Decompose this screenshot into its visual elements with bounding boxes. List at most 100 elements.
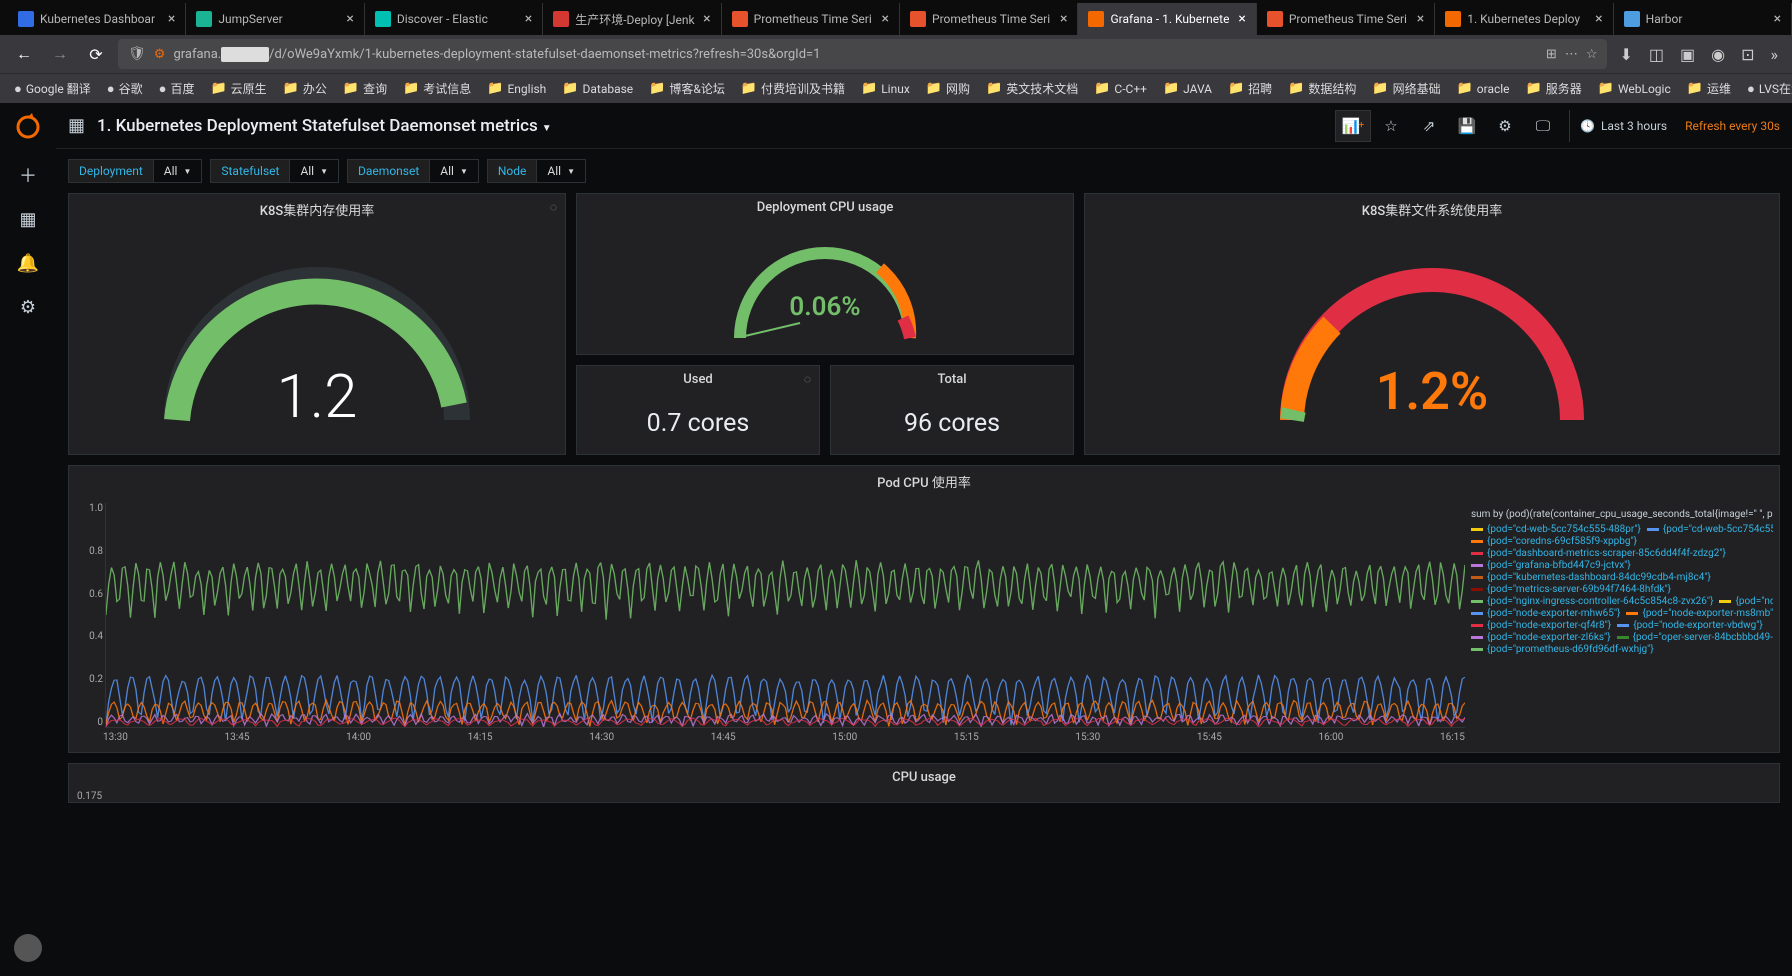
star-icon[interactable]: ☆ <box>1586 47 1598 62</box>
variable-value[interactable]: All ▼ <box>429 159 479 183</box>
bookmark-item[interactable]: ●谷歌 <box>101 78 149 99</box>
bookmark-item[interactable]: 📁英文技术文档 <box>980 78 1084 99</box>
sidebar-icon[interactable]: ▣ <box>1676 45 1699 64</box>
browser-tab[interactable]: 1. Kubernetes Deploy× <box>1435 3 1613 35</box>
bookmark-item[interactable]: ●百度 <box>153 78 201 99</box>
bookmark-item[interactable]: 📁付费培训及书籍 <box>735 78 851 99</box>
variable-value[interactable]: All ▼ <box>536 159 586 183</box>
close-icon[interactable]: × <box>1774 11 1781 27</box>
browser-tab[interactable]: Discover - Elastic× <box>365 3 543 35</box>
dashboard-grid-icon[interactable]: ▦ <box>68 115 85 136</box>
legend-item[interactable]: {pod="prometheus-d69fd96df-wxhjg"} <box>1471 644 1654 655</box>
legend-item[interactable]: {pod="dashboard-metrics-scraper-85c6dd4f… <box>1471 548 1726 559</box>
bookmark-item[interactable]: 📁C-C++ <box>1088 79 1153 98</box>
legend-item[interactable]: {pod="cd-web-5cc754c555-488pr"} <box>1471 524 1641 535</box>
bookmark-item[interactable]: 📁数据结构 <box>1282 78 1362 99</box>
legend-item[interactable]: {pod="node-exporter-vbdwg"} <box>1617 620 1763 631</box>
browser-tab[interactable]: JumpServer× <box>186 3 364 35</box>
legend-item[interactable]: {pod="node-exporter-zl6ks"} <box>1471 632 1611 643</box>
bookmark-item[interactable]: ●LVS在大规模 <box>1741 78 1792 99</box>
variable-selector[interactable]: DeploymentAll ▼ <box>68 159 202 183</box>
close-icon[interactable]: × <box>1417 11 1424 27</box>
panel-memory-gauge[interactable]: ◌ K8S集群内存使用率 1.2 <box>68 193 566 455</box>
chart-plot[interactable]: 1.00.80.60.40.20 13:3013:4514:0014:1514:… <box>75 503 1465 746</box>
legend-item[interactable]: {pod="grafana-bfbd447c9-jctvx"} <box>1471 560 1631 571</box>
browser-tab[interactable]: Prometheus Time Seri× <box>722 3 900 35</box>
alerting-icon[interactable]: 🔔 <box>16 251 40 275</box>
bookmark-item[interactable]: 📁服务器 <box>1520 78 1588 99</box>
variable-selector[interactable]: DaemonsetAll ▼ <box>347 159 479 183</box>
overflow-icon[interactable]: » <box>1767 45 1783 64</box>
panel-total[interactable]: Total 96 cores <box>830 365 1074 455</box>
legend-item[interactable]: {pod="oper-server-84bcbbbd49-wdlk9 <box>1617 632 1773 643</box>
legend-item[interactable]: {pod="cd-web-5cc754c555-mr <box>1647 524 1773 535</box>
config-icon[interactable]: ⚙ <box>16 295 40 319</box>
bookmark-item[interactable]: 📁云原生 <box>204 78 272 99</box>
bookmark-item[interactable]: 📁oracle <box>1451 79 1516 98</box>
bookmark-item[interactable]: 📁WebLogic <box>1592 79 1677 98</box>
browser-tab[interactable]: Prometheus Time Seri× <box>900 3 1078 35</box>
close-icon[interactable]: × <box>1595 11 1602 27</box>
bookmark-item[interactable]: 📁招聘 <box>1222 78 1278 99</box>
grafana-logo[interactable] <box>12 111 44 143</box>
dashboards-icon[interactable]: ▦ <box>16 207 40 231</box>
bookmark-item[interactable]: 📁English <box>481 79 552 98</box>
library-icon[interactable]: ◫ <box>1645 45 1668 64</box>
legend-item[interactable]: {pod="node-exporter-qf4r8"} <box>1471 620 1611 631</box>
legend-item[interactable]: {pod="node-exporter-ms8mb"} <box>1626 608 1773 619</box>
bookmark-item[interactable]: 📁Linux <box>855 79 916 98</box>
bookmark-item[interactable]: 📁Database <box>556 79 639 98</box>
save-button[interactable]: 💾 <box>1449 110 1485 142</box>
close-icon[interactable]: × <box>882 11 889 27</box>
legend-item[interactable]: {pod="nginx-ingress-controller-64c5c854c… <box>1471 596 1713 607</box>
user-avatar[interactable] <box>14 934 42 962</box>
bookmark-item[interactable]: ●Google 翻译 <box>8 78 97 99</box>
variable-selector[interactable]: StatefulsetAll ▼ <box>210 159 339 183</box>
panel-pod-cpu-chart[interactable]: Pod CPU 使用率 1.00.80.60.40.20 13:3013:451… <box>68 465 1780 753</box>
legend-item[interactable]: {pod="coredns-69cf585f9-xppbg"} <box>1471 536 1637 547</box>
browser-tab[interactable]: Kubernetes Dashboar× <box>8 3 186 35</box>
star-dashboard-button[interactable]: ☆ <box>1373 110 1409 142</box>
tv-mode-button[interactable]: 🖵 <box>1525 110 1561 142</box>
forward-button[interactable]: → <box>46 40 74 68</box>
time-picker[interactable]: 🕓 Last 3 hours <box>1569 110 1677 142</box>
bookmark-item[interactable]: 📁网络基础 <box>1366 78 1446 99</box>
bookmark-item[interactable]: 📁JAVA <box>1157 79 1218 98</box>
bookmark-item[interactable]: 📁办公 <box>277 78 333 99</box>
panel-used[interactable]: ◌ Used 0.7 cores <box>576 365 820 455</box>
chart-legend[interactable]: sum by (pod)(rate(container_cpu_usage_se… <box>1471 503 1773 746</box>
variable-value[interactable]: All ▼ <box>153 159 203 183</box>
browser-tab[interactable]: Grafana - 1. Kubernete× <box>1078 3 1256 35</box>
back-button[interactable]: ← <box>10 40 38 68</box>
bookmark-item[interactable]: 📁网购 <box>920 78 976 99</box>
panel-cpu-usage[interactable]: CPU usage 0.175 <box>68 763 1780 803</box>
extension-icon[interactable]: ⊡ <box>1737 45 1758 64</box>
add-panel-button[interactable]: 📊+ <box>1335 110 1371 142</box>
browser-tab[interactable]: Prometheus Time Seri× <box>1257 3 1435 35</box>
close-icon[interactable]: × <box>525 11 532 27</box>
variable-selector[interactable]: NodeAll ▼ <box>487 159 586 183</box>
legend-item[interactable]: {pod="node-ex <box>1719 596 1773 607</box>
refresh-interval[interactable]: Refresh every 30s <box>1679 119 1780 133</box>
url-bar[interactable]: 🛡 ⚙ grafana.■/d/oWe9aYxmk/1-kubernetes-d… <box>118 39 1607 69</box>
close-icon[interactable]: × <box>1238 11 1245 27</box>
variable-value[interactable]: All ▼ <box>289 159 339 183</box>
legend-item[interactable]: {pod="node-exporter-mhw65"} <box>1471 608 1620 619</box>
browser-tab[interactable]: Harbor× <box>1614 3 1792 35</box>
bookmark-item[interactable]: 📁考试信息 <box>397 78 477 99</box>
bookmark-item[interactable]: 📁博客&论坛 <box>643 78 731 99</box>
close-icon[interactable]: × <box>703 11 710 27</box>
settings-button[interactable]: ⚙ <box>1487 110 1523 142</box>
more-icon[interactable]: ⋯ <box>1565 47 1578 62</box>
close-icon[interactable]: × <box>1060 11 1067 27</box>
bookmark-item[interactable]: 📁运维 <box>1681 78 1737 99</box>
legend-item[interactable]: {pod="kubernetes-dashboard-84dc99cdb4-mj… <box>1471 572 1711 583</box>
download-icon[interactable]: ⬇ <box>1615 45 1636 64</box>
account-icon[interactable]: ◉ <box>1707 45 1729 64</box>
share-button[interactable]: ⇗ <box>1411 110 1447 142</box>
browser-tab[interactable]: 生产环境-Deploy [Jenk× <box>543 3 721 35</box>
close-icon[interactable]: × <box>168 11 175 27</box>
reader-icon[interactable]: ⊞ <box>1546 47 1557 62</box>
reload-button[interactable]: ⟳ <box>82 40 110 68</box>
bookmark-item[interactable]: 📁查询 <box>337 78 393 99</box>
